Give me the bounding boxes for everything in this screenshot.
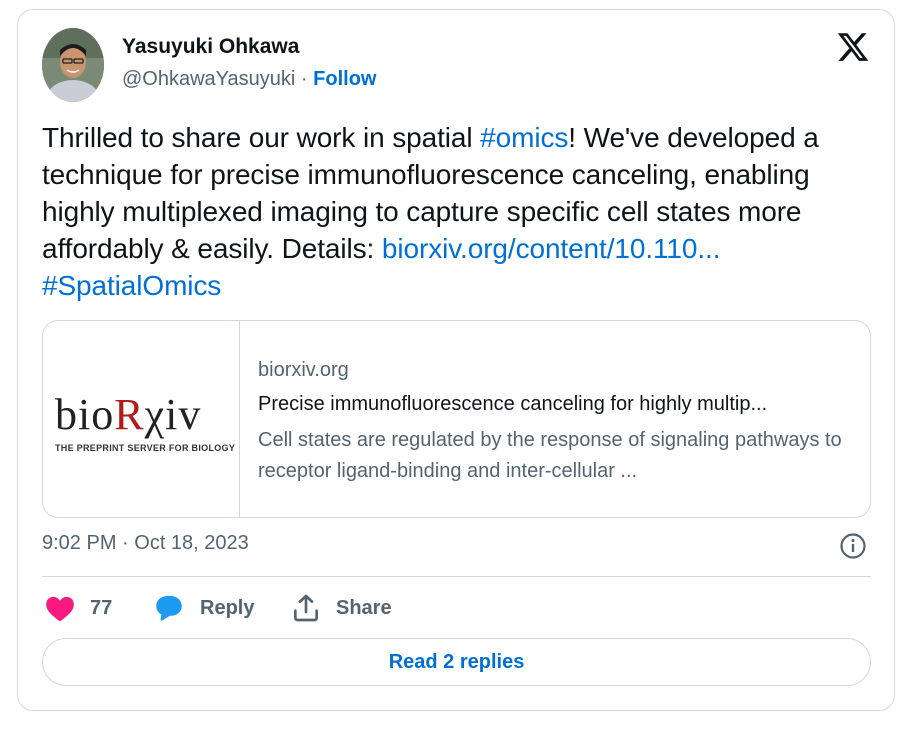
share-button[interactable]: Share <box>290 590 392 626</box>
like-count: 77 <box>90 596 113 619</box>
author-handle[interactable]: @OhkawaYasuyuki <box>122 68 295 90</box>
tweet-text-part: Thrilled to share our work in spatial <box>42 122 481 153</box>
divider <box>42 576 871 577</box>
heart-icon <box>46 596 74 622</box>
x-logo-icon[interactable] <box>834 30 872 64</box>
info-icon[interactable] <box>838 531 868 561</box>
share-icon <box>294 594 318 622</box>
like-button[interactable]: 77 <box>42 590 112 626</box>
reply-label: Reply <box>200 596 255 619</box>
hashtag-omics[interactable]: #omics <box>480 122 568 153</box>
biorxiv-tagline: THE PREPRINT SERVER FOR BIOLOGY <box>55 443 236 453</box>
reply-bubble-icon <box>156 595 182 621</box>
link-card-domain: biorxiv.org <box>258 359 349 381</box>
link-preview-card[interactable]: bioRχiv THE PREPRINT SERVER FOR BIOLOGY … <box>42 320 871 518</box>
author-name[interactable]: Yasuyuki Ohkawa <box>122 35 299 59</box>
hashtag-spatialomics[interactable]: #SpatialOmics <box>42 270 221 301</box>
handle-row: @OhkawaYasuyuki · Follow <box>122 68 376 91</box>
separator-dot: · <box>300 68 308 90</box>
tweet-timestamp[interactable]: 9:02 PM · Oct 18, 2023 <box>42 532 249 555</box>
tweet-text: Thrilled to share our work in spatial #o… <box>42 119 882 304</box>
share-label: Share <box>336 596 392 619</box>
link-card-title: Precise immunofluorescence canceling for… <box>258 393 768 415</box>
reply-button[interactable]: Reply <box>152 590 254 626</box>
avatar-photo <box>42 28 104 102</box>
tweet-actions: 77 Reply Share <box>42 590 642 626</box>
biorxiv-wordmark: bioRχiv <box>55 390 202 439</box>
biorxiv-link[interactable]: biorxiv.org/content/10.110... <box>382 233 721 264</box>
link-card-description: Cell states are regulated by the respons… <box>258 429 842 482</box>
biorxiv-logo: bioRχiv THE PREPRINT SERVER FOR BIOLOGY <box>43 321 240 517</box>
read-replies-button[interactable]: Read 2 replies <box>42 638 871 686</box>
follow-button[interactable]: Follow <box>313 68 376 90</box>
avatar[interactable] <box>42 28 104 102</box>
